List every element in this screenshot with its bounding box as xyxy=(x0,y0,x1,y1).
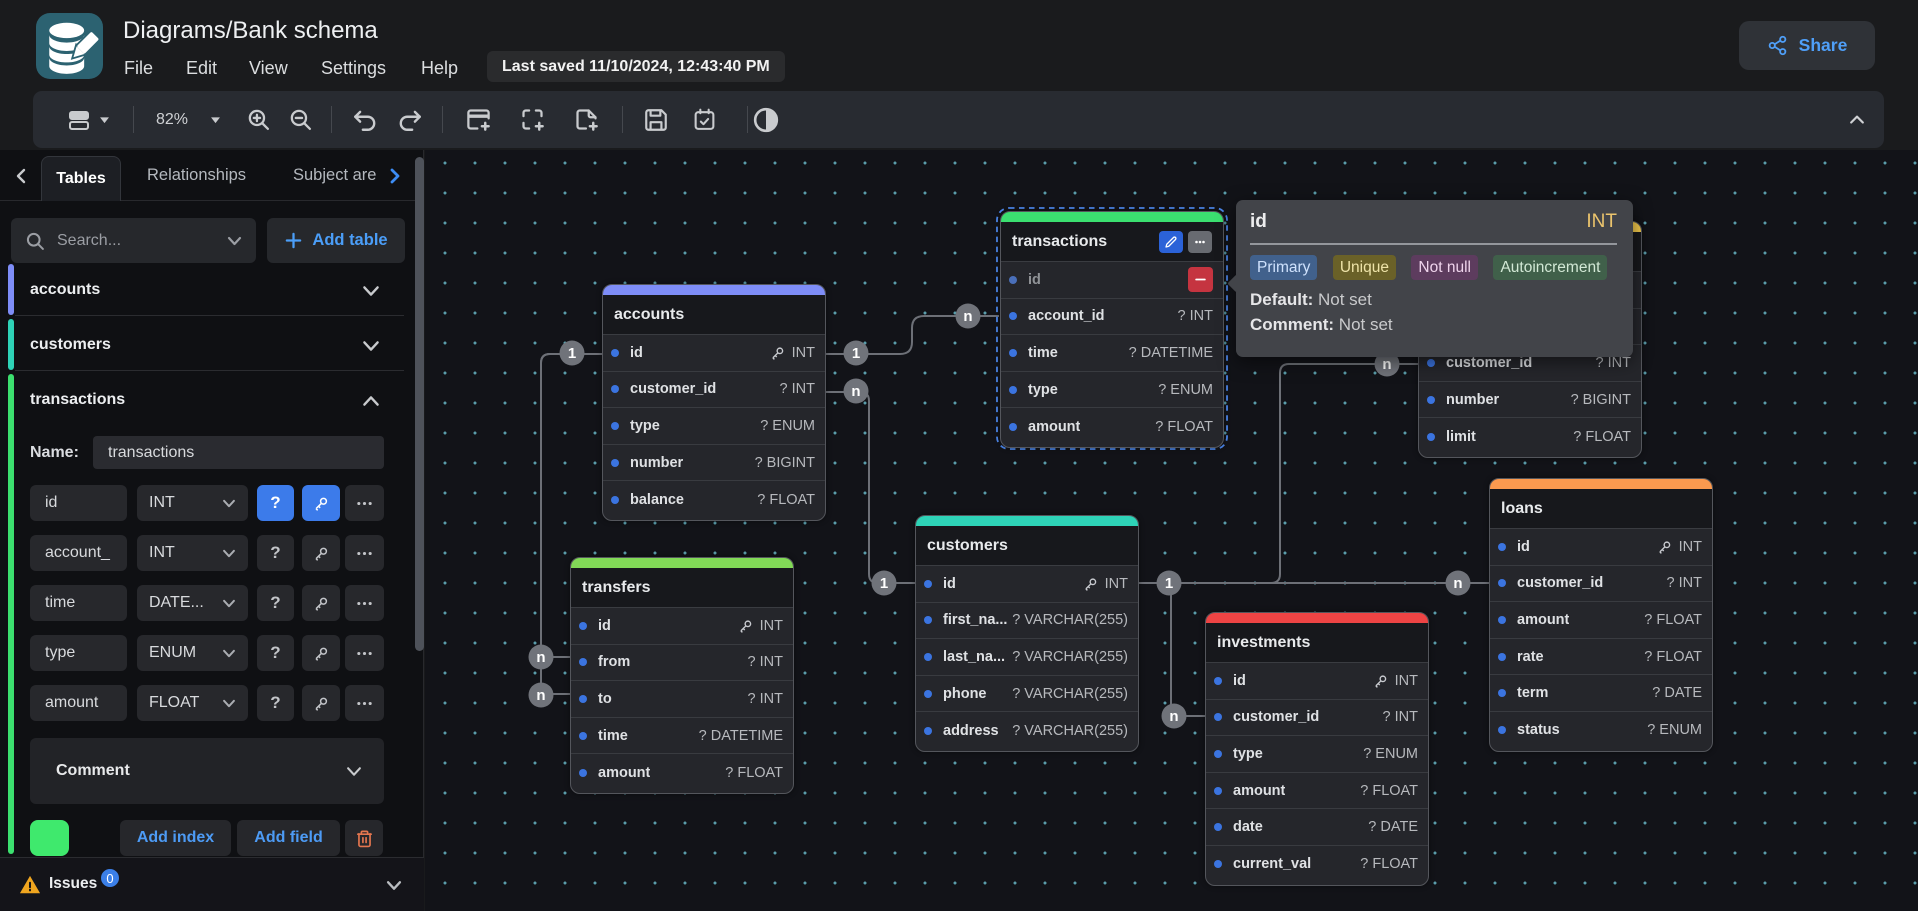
svg-text:n: n xyxy=(536,649,545,666)
svg-text:n: n xyxy=(536,687,545,704)
svg-text:1: 1 xyxy=(852,345,860,362)
svg-text:1: 1 xyxy=(568,345,576,362)
svg-text:1: 1 xyxy=(880,575,888,592)
svg-text:1: 1 xyxy=(1165,575,1173,592)
svg-text:n: n xyxy=(1453,575,1462,592)
svg-text:n: n xyxy=(963,308,972,325)
svg-text:n: n xyxy=(1169,708,1178,725)
svg-text:n: n xyxy=(851,383,860,400)
svg-text:n: n xyxy=(1382,356,1391,373)
